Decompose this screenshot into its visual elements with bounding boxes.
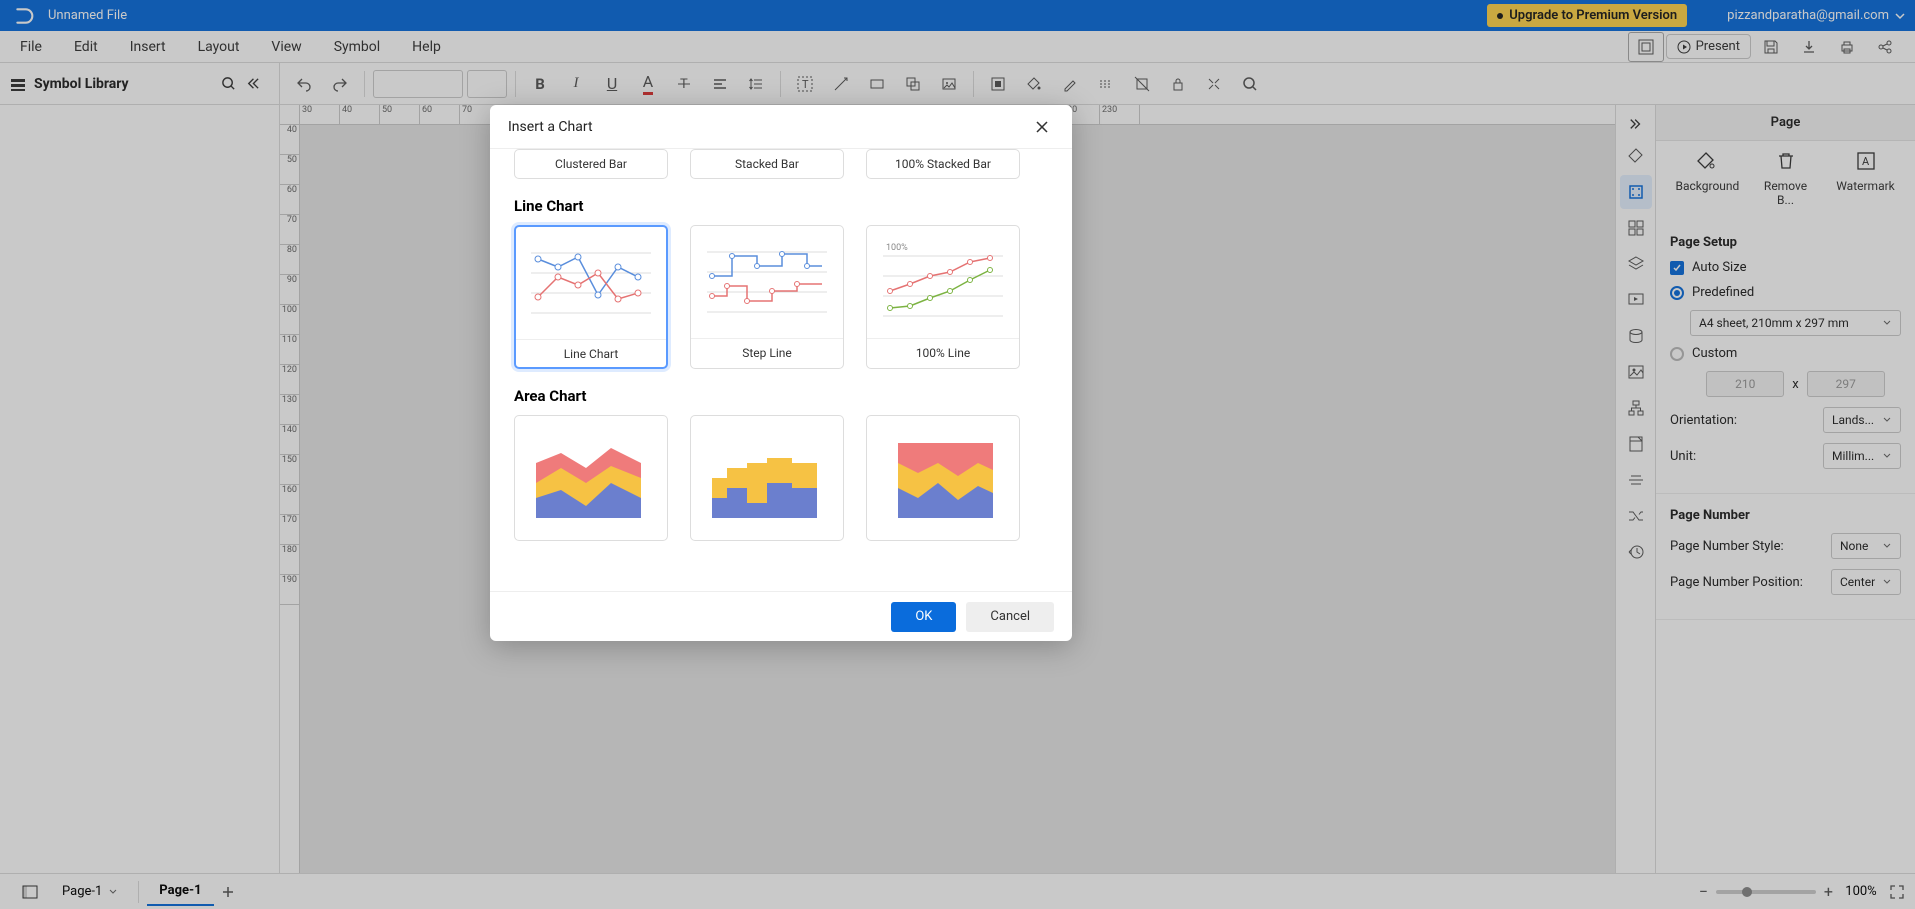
chart-option-line-chart[interactable]: Line Chart xyxy=(514,225,668,369)
chart-option-clustered-bar[interactable]: Clustered Bar xyxy=(514,149,668,179)
insert-chart-dialog: Insert a Chart Clustered Bar Stacked Bar… xyxy=(490,105,1072,641)
dialog-title: Insert a Chart xyxy=(508,119,593,135)
chart-option-step-area[interactable] xyxy=(690,415,844,541)
cancel-button[interactable]: Cancel xyxy=(966,602,1054,632)
chart-option-step-line[interactable]: Step Line xyxy=(690,225,844,369)
close-icon[interactable] xyxy=(1030,115,1054,139)
area-chart-section-heading: Area Chart xyxy=(514,387,1048,405)
chart-option-100-stacked-bar[interactable]: 100% Stacked Bar xyxy=(866,149,1020,179)
chart-option-stacked-area[interactable] xyxy=(866,415,1020,541)
chart-option-stacked-bar[interactable]: Stacked Bar xyxy=(690,149,844,179)
line-chart-section-heading: Line Chart xyxy=(514,197,1048,215)
chart-option-100-line[interactable]: 100% 100% Line xyxy=(866,225,1020,369)
chart-option-area[interactable] xyxy=(514,415,668,541)
svg-text:100%: 100% xyxy=(886,243,908,253)
ok-button[interactable]: OK xyxy=(891,602,956,632)
